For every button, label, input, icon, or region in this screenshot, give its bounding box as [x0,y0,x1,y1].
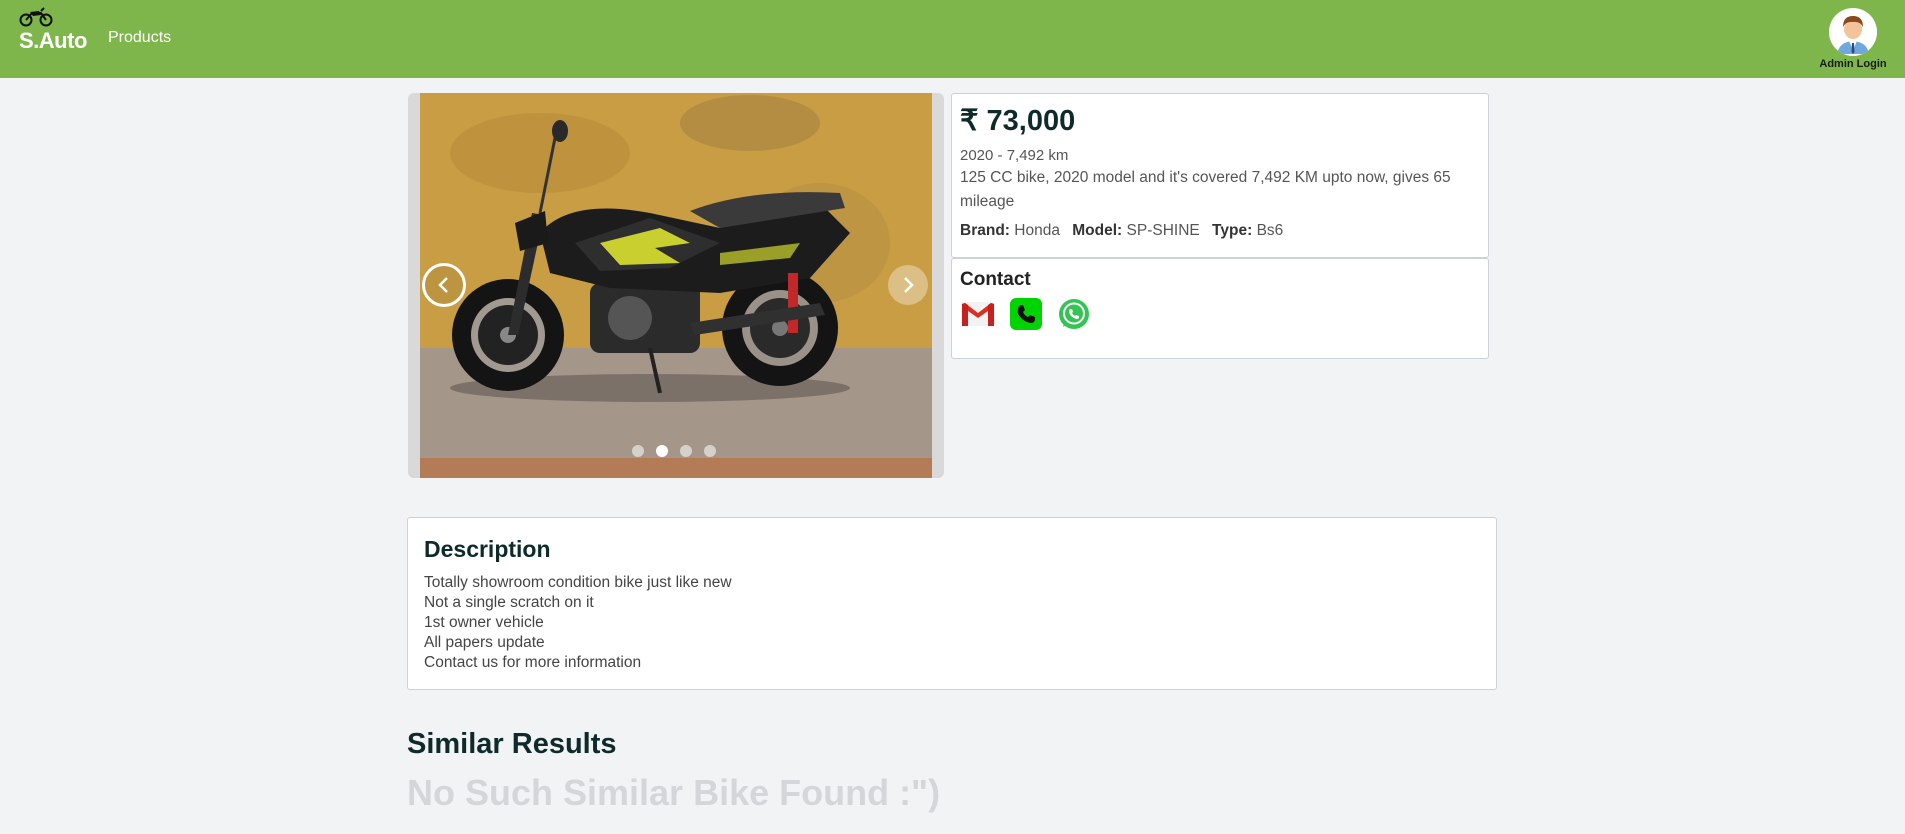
description-line: 1st owner vehicle [424,614,544,631]
brand-value: Honda [1014,222,1060,239]
chevron-left-icon [438,277,448,293]
top-navbar: S.Auto Products Admin Login [0,0,1905,78]
carousel-indicators [632,445,716,457]
no-similar-message: No Such Similar Bike Found :") [407,772,941,813]
whatsapp-icon [1059,299,1089,329]
listing-year-km: 2020 - 7,492 km [960,147,1069,164]
description-line: Not a single scratch on it [424,594,594,611]
model-label: Model: [1072,222,1123,239]
description-line: Totally showroom condition bike just lik… [424,574,732,591]
phone-icon [1010,298,1042,330]
listing-info-card: ₹ 73,000 2020 - 7,492 km 125 CC bike, 20… [951,93,1489,258]
description-line: Contact us for more information [424,654,642,671]
contact-title: Contact [960,269,1031,290]
contact-card: Contact [951,258,1489,359]
type-value: Bs6 [1256,222,1284,239]
description-card: Description Totally showroom condition b… [407,517,1497,690]
brand-label: Brand: [960,222,1010,239]
whatsapp-button[interactable] [1056,297,1092,331]
carousel-indicator-1[interactable] [632,445,644,457]
bike-photo [420,93,932,478]
chevron-right-icon [904,277,914,293]
contact-icons [960,297,1480,331]
admin-login-label: Admin Login [1819,58,1887,70]
carousel-indicator-4[interactable] [704,445,716,457]
description-line: All papers update [424,634,545,651]
listing-summary: 125 CC bike, 2020 model and it's covered… [960,169,1451,210]
carousel-next-button[interactable] [888,265,928,305]
type-label: Type: [1212,222,1253,239]
brand-logo[interactable]: S.Auto [18,4,98,56]
listing-price: ₹ 73,000 [960,105,1076,137]
gmail-button[interactable] [960,297,996,331]
carousel-indicator-3[interactable] [680,445,692,457]
similar-results-title: Similar Results [407,728,617,760]
listing-specs: Brand: Honda Model: SP-SHINE Type: Bs6 [960,222,1480,240]
admin-avatar-icon [1829,8,1877,56]
description-title: Description [424,536,551,562]
nav-products-link[interactable]: Products [108,29,171,47]
carousel-prev-button[interactable] [422,263,466,307]
model-value: SP-SHINE [1126,222,1200,239]
motorcycle-logo-icon [19,7,53,27]
image-carousel [408,93,944,478]
phone-button[interactable] [1008,297,1044,331]
carousel-indicator-2[interactable] [656,445,668,457]
admin-login-button[interactable]: Admin Login [1815,8,1891,72]
brand-name: S.Auto [19,28,87,53]
gmail-icon [961,302,995,326]
